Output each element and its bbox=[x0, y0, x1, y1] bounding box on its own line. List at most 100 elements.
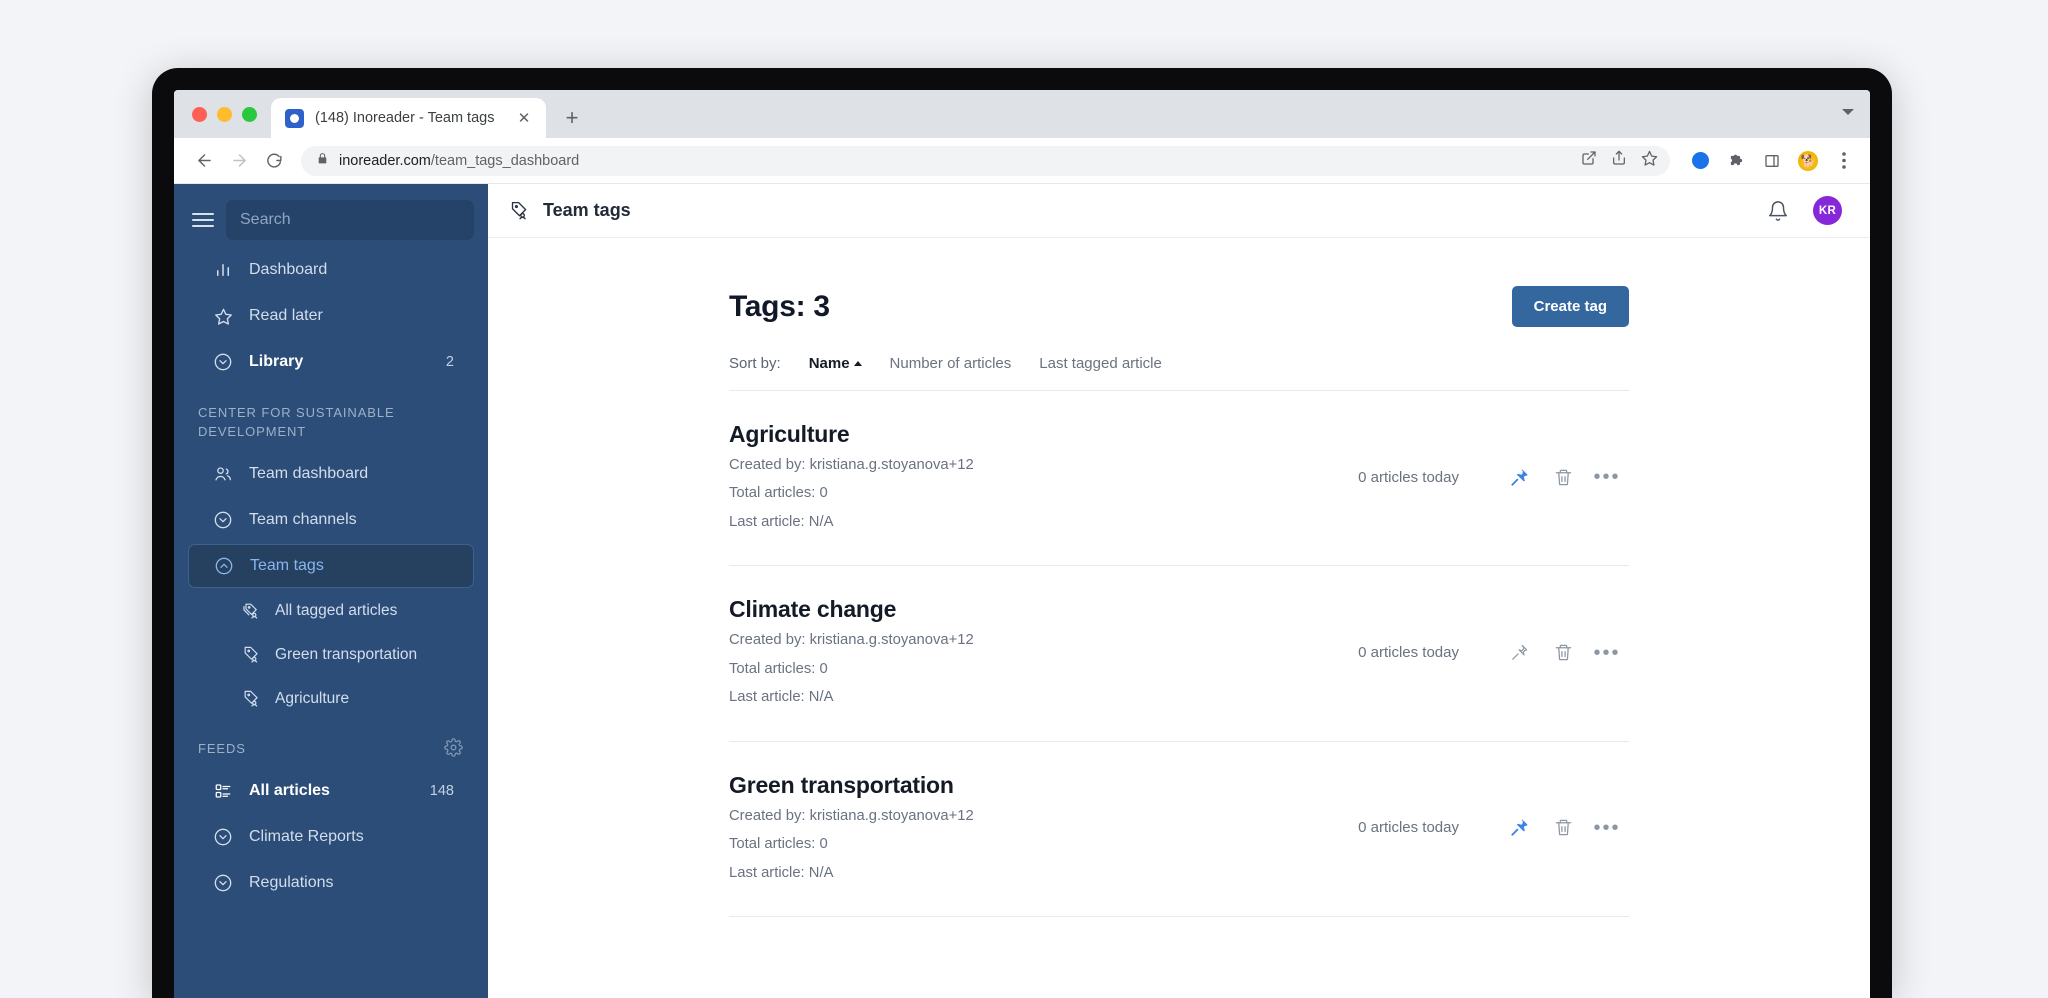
table-row[interactable]: Agriculture Created by: kristiana.g.stoy… bbox=[729, 391, 1629, 566]
pin-icon[interactable] bbox=[1497, 462, 1541, 492]
pin-icon[interactable] bbox=[1497, 813, 1541, 843]
bar-chart-icon bbox=[212, 259, 234, 281]
sort-by-label: Sort by: bbox=[729, 355, 781, 372]
people-icon bbox=[212, 463, 234, 485]
tags-stack-icon bbox=[240, 600, 262, 622]
sidebar-item-dashboard[interactable]: Dashboard bbox=[188, 248, 474, 292]
extensions-puzzle-icon[interactable] bbox=[1722, 147, 1750, 175]
sidebar-item-team-dashboard[interactable]: Team dashboard bbox=[188, 452, 474, 496]
table-row[interactable]: Green transportation Created by: kristia… bbox=[729, 742, 1629, 917]
tag-articles-today: 0 articles today bbox=[1358, 644, 1459, 661]
tags-title-row: Tags: 3 Create tag bbox=[729, 286, 1629, 327]
delete-trash-icon[interactable] bbox=[1541, 638, 1585, 668]
inoreader-favicon bbox=[285, 109, 304, 128]
sort-option-last-tagged-article[interactable]: Last tagged article bbox=[1039, 355, 1162, 372]
more-options-icon[interactable]: ••• bbox=[1585, 462, 1629, 492]
header-actions: KR bbox=[1767, 196, 1842, 225]
chevron-circle-down-icon bbox=[212, 872, 234, 894]
tag-name[interactable]: Green transportation bbox=[729, 772, 974, 799]
forward-icon[interactable] bbox=[223, 145, 255, 177]
gear-icon[interactable] bbox=[444, 738, 464, 758]
tag-articles-today: 0 articles today bbox=[1358, 819, 1459, 836]
tag-last-article: Last article: N/A bbox=[729, 512, 974, 533]
sidebar-item-climate-reports[interactable]: Climate Reports bbox=[188, 815, 474, 859]
minimize-window-button[interactable] bbox=[217, 107, 232, 122]
sidebar-label: All tagged articles bbox=[275, 602, 454, 620]
delete-trash-icon[interactable] bbox=[1541, 462, 1585, 492]
pin-icon[interactable] bbox=[1497, 638, 1541, 668]
sidebar-item-read-later[interactable]: Read later bbox=[188, 294, 474, 338]
sidebar-label: Team channels bbox=[249, 511, 454, 529]
maximize-window-button[interactable] bbox=[242, 107, 257, 122]
sidebar-item-agriculture[interactable]: Agriculture bbox=[188, 678, 474, 720]
more-options-icon[interactable]: ••• bbox=[1585, 813, 1629, 843]
notifications-bell-icon[interactable] bbox=[1767, 200, 1789, 222]
close-window-button[interactable] bbox=[192, 107, 207, 122]
laptop-frame: (148) Inoreader - Team tags ✕ + bbox=[152, 68, 1892, 998]
bookmark-star-icon[interactable] bbox=[1641, 150, 1658, 172]
tag-actions: 0 articles today ••• bbox=[1358, 813, 1629, 843]
reload-icon[interactable] bbox=[258, 145, 290, 177]
chrome-menu-icon[interactable] bbox=[1830, 147, 1858, 175]
sidebar-section-feeds: Feeds bbox=[174, 722, 488, 767]
sidebar-item-all-articles[interactable]: All articles 148 bbox=[188, 769, 474, 813]
new-tab-button[interactable]: + bbox=[555, 101, 589, 135]
sort-bar: Sort by: Name Number of articles Last ta… bbox=[729, 355, 1629, 391]
browser-toolbar: inoreader.com/team_tags_dashboard bbox=[174, 138, 1870, 184]
tag-created-by: Created by: kristiana.g.stoyanova+12 bbox=[729, 806, 974, 827]
sidebar-item-regulations[interactable]: Regulations bbox=[188, 861, 474, 905]
sidebar-badge-count: 148 bbox=[430, 783, 454, 799]
sort-option-name[interactable]: Name bbox=[809, 355, 862, 372]
avatar[interactable]: KR bbox=[1813, 196, 1842, 225]
hamburger-menu-icon[interactable] bbox=[192, 209, 214, 231]
tag-total-articles: Total articles: 0 bbox=[729, 834, 974, 855]
search-placeholder: Search bbox=[240, 211, 291, 229]
tag-name[interactable]: Climate change bbox=[729, 596, 974, 623]
close-tab-icon[interactable]: ✕ bbox=[514, 108, 534, 128]
back-icon[interactable] bbox=[188, 145, 220, 177]
window-traffic-lights bbox=[192, 90, 271, 138]
tags-count-title: Tags: 3 bbox=[729, 290, 830, 324]
sidebar-label: Team dashboard bbox=[249, 465, 454, 483]
sidebar: Search Dashboard Read later bbox=[174, 184, 488, 998]
sidebar-item-team-tags[interactable]: Team tags bbox=[188, 544, 474, 588]
sidebar-item-green-transportation[interactable]: Green transportation bbox=[188, 634, 474, 676]
tag-info: Climate change Created by: kristiana.g.s… bbox=[729, 596, 974, 708]
sidebar-label: Green transportation bbox=[275, 646, 454, 664]
sidebar-item-team-channels[interactable]: Team channels bbox=[188, 498, 474, 542]
create-tag-button[interactable]: Create tag bbox=[1512, 286, 1629, 327]
profile-avatar-icon[interactable] bbox=[1686, 147, 1714, 175]
tag-name[interactable]: Agriculture bbox=[729, 421, 974, 448]
sidebar-item-all-tagged-articles[interactable]: All tagged articles bbox=[188, 590, 474, 632]
browser-window: (148) Inoreader - Team tags ✕ + bbox=[174, 90, 1870, 998]
sidebar-label: Regulations bbox=[249, 874, 454, 892]
tag-person-icon bbox=[240, 644, 262, 666]
sidebar-item-library[interactable]: Library 2 bbox=[188, 340, 474, 384]
browser-tab-title: (148) Inoreader - Team tags bbox=[315, 110, 503, 126]
url-host: inoreader.com bbox=[339, 153, 431, 169]
side-panel-icon[interactable] bbox=[1758, 147, 1786, 175]
address-bar[interactable]: inoreader.com/team_tags_dashboard bbox=[301, 146, 1670, 176]
url-text: inoreader.com/team_tags_dashboard bbox=[339, 153, 579, 169]
tab-list-chevron-icon[interactable] bbox=[1842, 115, 1870, 138]
star-icon bbox=[212, 305, 234, 327]
tag-total-articles: Total articles: 0 bbox=[729, 483, 974, 504]
table-row[interactable]: Climate change Created by: kristiana.g.s… bbox=[729, 566, 1629, 741]
delete-trash-icon[interactable] bbox=[1541, 813, 1585, 843]
sidebar-label: Team tags bbox=[250, 557, 453, 575]
dog-extension-icon[interactable]: 🐕 bbox=[1794, 147, 1822, 175]
sidebar-label: Dashboard bbox=[249, 261, 454, 279]
more-options-icon[interactable]: ••• bbox=[1585, 638, 1629, 668]
browser-tab[interactable]: (148) Inoreader - Team tags ✕ bbox=[271, 98, 546, 138]
open-in-new-icon[interactable] bbox=[1581, 150, 1597, 171]
sidebar-label: All articles bbox=[249, 782, 415, 800]
page-title: Team tags bbox=[543, 200, 631, 221]
tag-info: Agriculture Created by: kristiana.g.stoy… bbox=[729, 421, 974, 533]
share-icon[interactable] bbox=[1611, 150, 1627, 171]
sort-ascending-icon bbox=[854, 361, 862, 366]
sidebar-badge-count: 2 bbox=[446, 354, 454, 370]
search-input[interactable]: Search bbox=[226, 200, 474, 240]
sort-option-number-of-articles[interactable]: Number of articles bbox=[890, 355, 1012, 372]
lock-icon bbox=[316, 152, 329, 170]
sidebar-label: Read later bbox=[249, 307, 454, 325]
